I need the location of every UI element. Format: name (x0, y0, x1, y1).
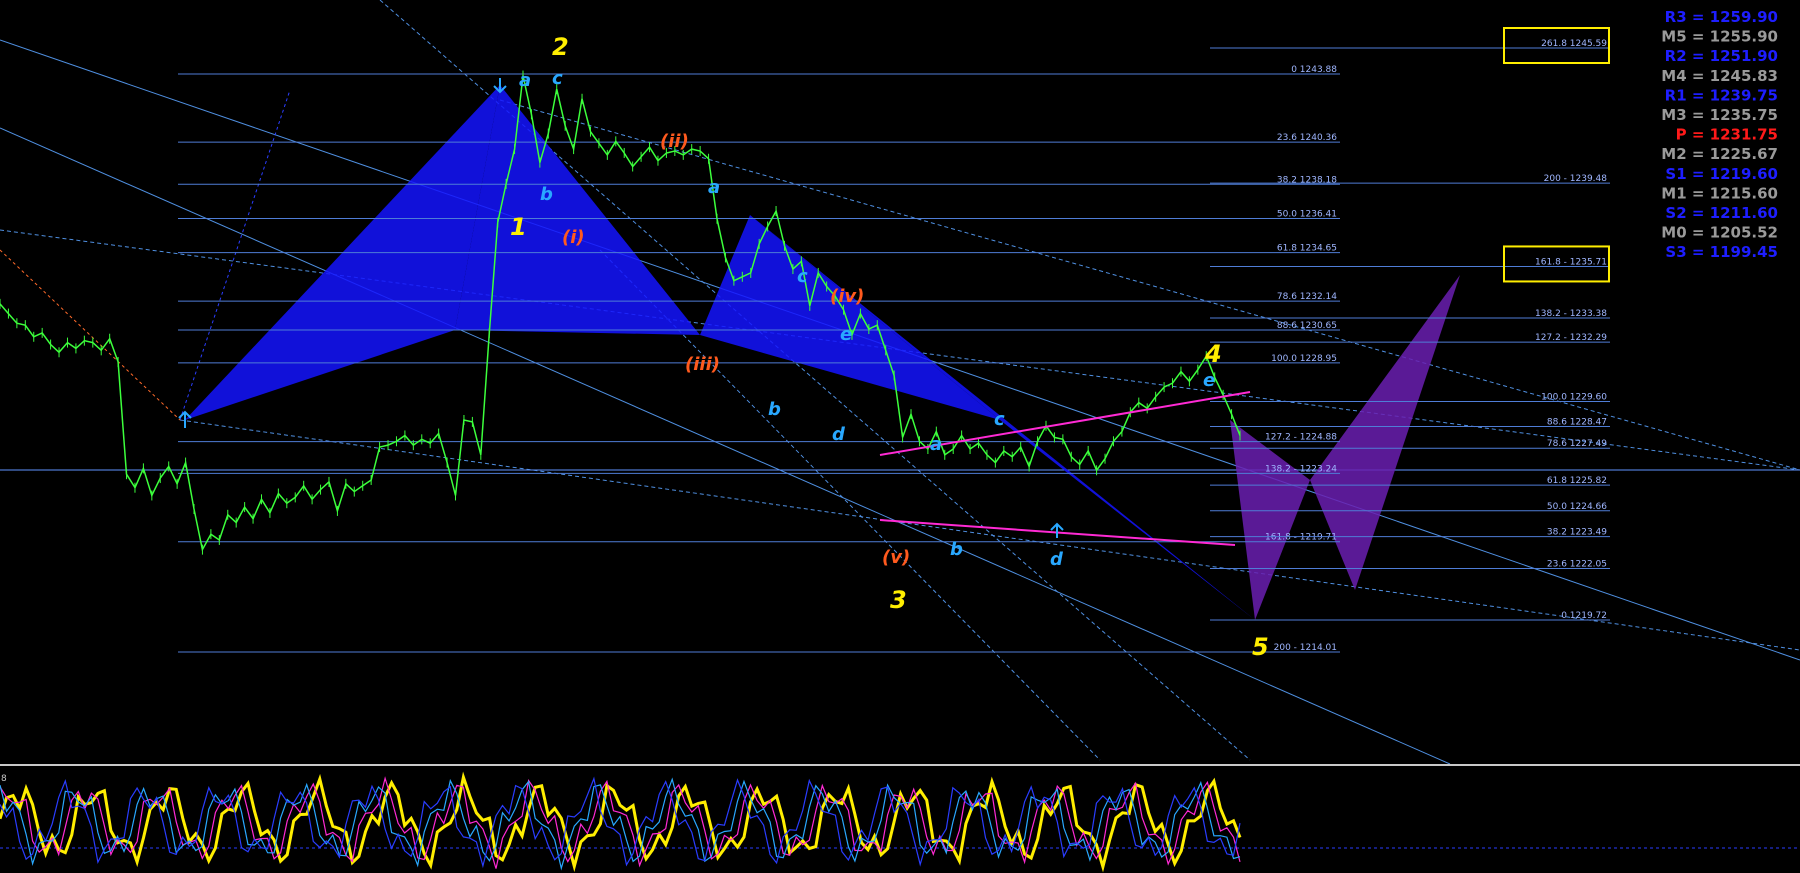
wave-label-1: 1 (510, 213, 527, 241)
fib-left-label-9: 138.2 - 1223.24 (1265, 464, 1337, 474)
wave-label-iv: (iv) (830, 286, 864, 307)
wave-label-iii: (iii) (685, 354, 720, 375)
pivot-level-11: M0 = 1205.52 (1661, 224, 1778, 242)
wave-label-4: 4 (1204, 340, 1222, 368)
fib-right-label-6: 88.6 1228.47 (1547, 418, 1607, 428)
pivot-level-7: M2 = 1225.67 (1661, 145, 1778, 163)
fib-right-label-7: 78.6 1227.49 (1547, 439, 1607, 449)
wave-label-b-1: b (540, 184, 553, 205)
oscillator-label: 8 (1, 774, 7, 784)
wave-label-b-3: b (950, 539, 963, 560)
fib-right-label-5: 100.0 1229.60 (1541, 393, 1607, 403)
fib-right-label-11: 23.6 1222.05 (1547, 559, 1607, 569)
pivot-level-0: R3 = 1259.90 (1665, 8, 1778, 26)
pivot-level-3: M4 = 1245.83 (1661, 67, 1778, 85)
wave-label-e-1: e (840, 324, 852, 345)
pivot-level-5: M3 = 1235.75 (1661, 106, 1778, 124)
wave-label-e-2: e (1203, 370, 1215, 391)
fib-right-label-3: 138.2 - 1233.38 (1535, 309, 1607, 319)
fib-right-label-8: 61.8 1225.82 (1547, 476, 1607, 486)
pivot-level-4: R1 = 1239.75 (1665, 86, 1778, 104)
pivot-level-2: R2 = 1251.90 (1665, 47, 1778, 65)
fib-right-label-1: 200 - 1239.48 (1544, 174, 1608, 184)
wave-label-a-3: a (930, 434, 942, 455)
fib-left-label-8: 127.2 - 1224.88 (1265, 433, 1337, 443)
chart-background (0, 0, 1800, 873)
wave-label-2: 2 (552, 33, 569, 61)
fib-left-label-4: 61.8 1234.65 (1277, 244, 1337, 254)
pivot-level-8: S1 = 1219.60 (1665, 165, 1778, 183)
wave-label-c-1: c (552, 68, 563, 89)
fib-left-label-10: 161.8 - 1219.71 (1265, 533, 1337, 543)
wave-label-3: 3 (890, 586, 907, 614)
wave-label-a-2: a (708, 177, 720, 198)
fib-left-label-2: 38.2 1238.18 (1277, 175, 1337, 185)
fib-right-label-12: 0 1219.72 (1561, 611, 1607, 621)
fib-left-label-3: 50.0 1236.41 (1277, 210, 1337, 220)
fib-right-label-4: 127.2 - 1232.29 (1535, 333, 1607, 343)
pivot-level-10: S2 = 1211.60 (1665, 204, 1778, 222)
fib-right-label-0: 261.8 1245.59 (1541, 39, 1607, 49)
wave-label-c-2: c (797, 266, 808, 287)
wave-label-b-2: b (768, 399, 781, 420)
pivot-level-12: S3 = 1199.45 (1665, 243, 1778, 261)
wave-label-ii: (ii) (660, 131, 689, 152)
fib-left-label-7: 100.0 1228.95 (1271, 354, 1337, 364)
wave-label-5: 5 (1252, 633, 1269, 661)
wave-label-d-2: d (1050, 549, 1064, 570)
wave-label-a-1: a (519, 70, 531, 91)
pivot-level-1: M5 = 1255.90 (1661, 28, 1778, 46)
wave-label-d-1: d (832, 424, 846, 445)
pivot-level-9: M1 = 1215.60 (1661, 184, 1778, 202)
fib-right-label-2: 161.8 - 1235.71 (1535, 257, 1607, 267)
fib-left-label-11: 200 - 1214.01 (1274, 643, 1337, 653)
fib-right-label-10: 38.2 1223.49 (1547, 528, 1607, 538)
fib-left-label-5: 78.6 1232.14 (1277, 292, 1337, 302)
fib-right-label-9: 50.0 1224.66 (1547, 502, 1607, 512)
fib-left-label-1: 23.6 1240.36 (1277, 133, 1337, 143)
wave-label-v: (v) (882, 547, 910, 568)
price-chart: 0 1243.88 23.6 1240.36 38.2 1238.18 50.0 12… (0, 0, 1800, 873)
pivot-level-6: P = 1231.75 (1676, 126, 1778, 144)
wave-label-i: (i) (562, 227, 585, 248)
fib-left-label-0: 0 1243.88 (1291, 65, 1337, 75)
fib-left-label-6: 88.6 1230.65 (1277, 321, 1337, 331)
wave-label-c-3: c (994, 409, 1005, 430)
